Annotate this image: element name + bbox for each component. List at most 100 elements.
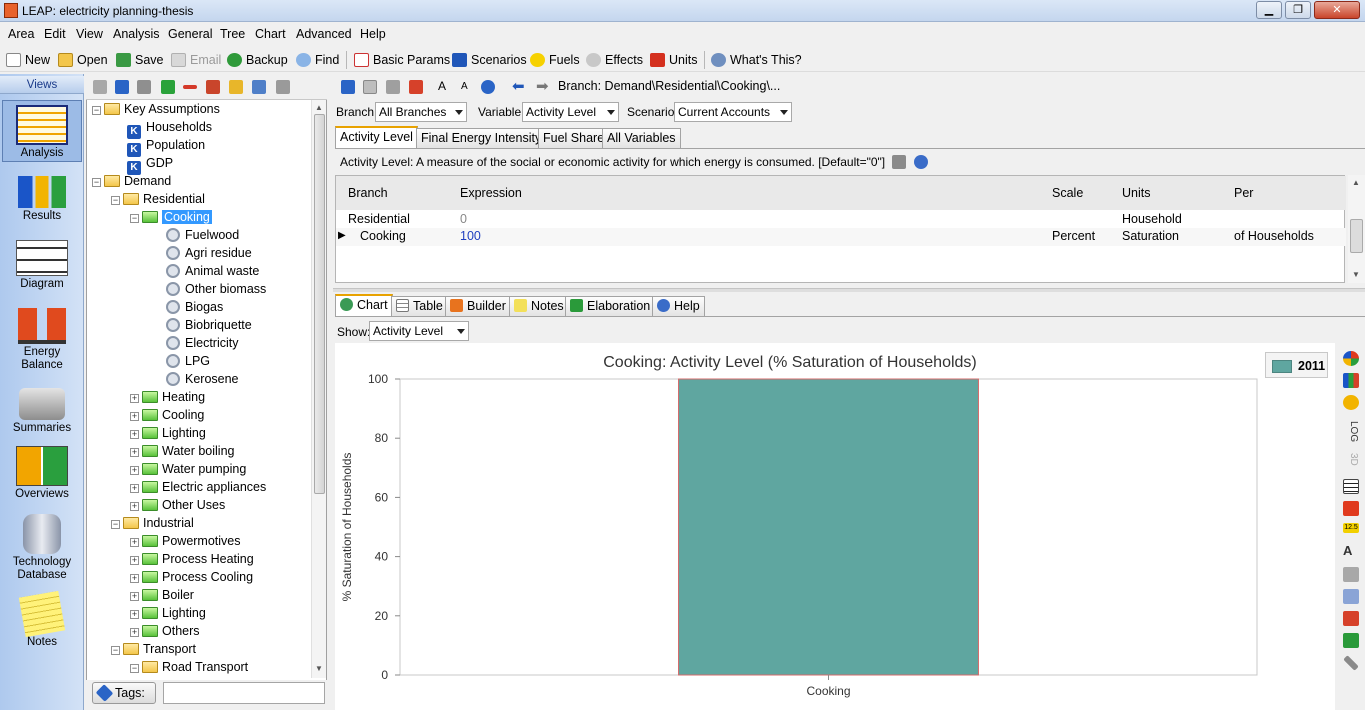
grid-toggle-icon[interactable] bbox=[1343, 501, 1359, 516]
find-button[interactable]: Find bbox=[296, 51, 339, 69]
collapse-icon[interactable]: − bbox=[130, 664, 139, 673]
variable-select[interactable]: Activity Level bbox=[522, 102, 619, 122]
tree-node-industrial[interactable]: − Industrial bbox=[111, 514, 194, 532]
menu-advanced[interactable]: Advanced bbox=[296, 27, 352, 41]
pie-chart-icon[interactable] bbox=[1343, 351, 1359, 366]
open-button[interactable]: Open bbox=[58, 51, 108, 69]
add-branch-icon[interactable] bbox=[161, 80, 175, 94]
delete-branch-icon[interactable] bbox=[183, 85, 197, 89]
tab-elaboration[interactable]: Elaboration bbox=[565, 296, 656, 316]
scenarios-button[interactable]: Scenarios bbox=[452, 51, 527, 69]
tab-all-variables[interactable]: All Variables bbox=[602, 128, 681, 148]
data-labels-icon[interactable]: 12.5 bbox=[1343, 523, 1359, 533]
back-arrow-icon[interactable]: ⬅ bbox=[512, 77, 525, 95]
tree-node-electric-appliances[interactable]: + Electric appliances bbox=[130, 478, 266, 496]
branch-select[interactable]: All Branches bbox=[375, 102, 467, 122]
collapse-icon[interactable]: − bbox=[111, 196, 120, 205]
grid-cell-branch[interactable]: Residential bbox=[348, 212, 410, 226]
menu-view[interactable]: View bbox=[76, 27, 103, 41]
tree-node-households[interactable]: K Households bbox=[127, 118, 212, 139]
font-icon[interactable]: A bbox=[1343, 543, 1359, 558]
view-notes[interactable]: Notes bbox=[2, 590, 82, 648]
tree-node-water-boiling[interactable]: + Water boiling bbox=[130, 442, 235, 460]
lock-icon[interactable] bbox=[229, 80, 243, 94]
view-results[interactable]: Results bbox=[2, 172, 82, 228]
legend-toggle-icon[interactable] bbox=[1343, 479, 1359, 494]
move-up-icon[interactable] bbox=[93, 80, 107, 94]
bar-chart-icon[interactable] bbox=[1343, 373, 1359, 388]
grid-scrollbar[interactable]: ▲ ▼ bbox=[1348, 175, 1365, 283]
effects-button[interactable]: Effects bbox=[586, 51, 643, 69]
fuels-button[interactable]: Fuels bbox=[530, 51, 580, 69]
tree-scrollbar[interactable]: ▲ ▼ bbox=[311, 100, 326, 678]
collapse-icon[interactable]: − bbox=[92, 178, 101, 187]
tree-node-process-heating[interactable]: + Process Heating bbox=[130, 550, 254, 568]
tree-node-key-assumptions[interactable]: − Key Assumptions bbox=[92, 100, 220, 118]
expand-icon[interactable]: + bbox=[130, 466, 139, 475]
export-icon[interactable] bbox=[409, 80, 423, 94]
expand-icon[interactable]: + bbox=[130, 610, 139, 619]
tab-table[interactable]: Table bbox=[391, 296, 448, 316]
tree-node-cooling[interactable]: + Cooling bbox=[130, 406, 204, 424]
pane-splitter[interactable] bbox=[333, 288, 1365, 292]
properties-icon[interactable] bbox=[137, 80, 151, 94]
tree-node-other-biomass[interactable]: Other biomass bbox=[166, 280, 266, 298]
menu-chart[interactable]: Chart bbox=[255, 27, 286, 41]
tree-node-boiler[interactable]: + Boiler bbox=[130, 586, 194, 604]
view-diagram[interactable]: Diagram bbox=[2, 238, 82, 294]
sort-icon[interactable] bbox=[252, 80, 266, 94]
tags-input[interactable] bbox=[163, 682, 325, 704]
view-technology-database[interactable]: Technology Database bbox=[2, 514, 82, 584]
menu-analysis[interactable]: Analysis bbox=[113, 27, 160, 41]
users-icon[interactable] bbox=[481, 80, 495, 94]
tree-node-powermotives[interactable]: + Powermotives bbox=[130, 532, 241, 550]
menu-help[interactable]: Help bbox=[360, 27, 386, 41]
wrench-icon[interactable] bbox=[1343, 655, 1359, 671]
backup-button[interactable]: Backup bbox=[227, 51, 288, 69]
copy-chart-icon[interactable] bbox=[1343, 589, 1359, 604]
print-icon[interactable] bbox=[276, 80, 290, 94]
tree-node-lpg[interactable]: LPG bbox=[166, 352, 210, 370]
tree-node-kerosene[interactable]: Kerosene bbox=[166, 370, 239, 388]
tree-node-demand[interactable]: − Demand bbox=[92, 172, 171, 190]
tree-node-lighting[interactable]: + Lighting bbox=[130, 424, 206, 442]
expand-icon[interactable]: + bbox=[130, 574, 139, 583]
grid-cell-expression[interactable]: 100 bbox=[460, 229, 481, 243]
units-button[interactable]: Units bbox=[650, 51, 697, 69]
grid-row-selected[interactable] bbox=[336, 228, 1346, 246]
scroll-down-arrow-icon[interactable]: ▼ bbox=[1352, 270, 1360, 279]
tree-node-fuelwood[interactable]: Fuelwood bbox=[166, 226, 239, 244]
scroll-down-arrow-icon[interactable]: ▼ bbox=[315, 664, 323, 673]
show-select[interactable]: Activity Level bbox=[369, 321, 469, 341]
paste-icon[interactable] bbox=[386, 80, 400, 94]
expand-icon[interactable]: + bbox=[130, 484, 139, 493]
tree-node-water-pumping[interactable]: + Water pumping bbox=[130, 460, 246, 478]
grid-cell-per[interactable]: of Households bbox=[1234, 229, 1314, 243]
whats-this-button[interactable]: What's This? bbox=[711, 51, 802, 69]
grid-cell-expression[interactable]: 0 bbox=[460, 212, 467, 226]
tree-node-residential[interactable]: − Residential bbox=[111, 190, 205, 208]
grid-cell-branch[interactable]: Cooking bbox=[360, 229, 406, 243]
view-overviews[interactable]: Overviews bbox=[2, 446, 82, 504]
view-summaries[interactable]: Summaries bbox=[2, 386, 82, 438]
tree-node-other-uses[interactable]: + Other Uses bbox=[130, 496, 225, 514]
flag-icon[interactable] bbox=[892, 155, 906, 169]
font-smaller-icon[interactable]: A bbox=[461, 81, 468, 92]
area-chart-icon[interactable] bbox=[1343, 395, 1359, 410]
expand-icon[interactable]: + bbox=[130, 538, 139, 547]
grid-cell-units[interactable]: Household bbox=[1122, 212, 1182, 226]
maximize-button[interactable]: ❐ bbox=[1285, 1, 1311, 19]
tree-node-biogas[interactable]: Biogas bbox=[166, 298, 223, 316]
tree-node-industrial-lighting[interactable]: + Lighting bbox=[130, 604, 206, 622]
tree-node-population[interactable]: K Population bbox=[127, 136, 205, 157]
navigate-icon[interactable] bbox=[341, 80, 355, 94]
font-larger-icon[interactable]: A bbox=[438, 79, 446, 93]
tab-notes[interactable]: Notes bbox=[509, 296, 569, 316]
tree-node-transport[interactable]: − Transport bbox=[111, 640, 196, 658]
outline-icon[interactable] bbox=[206, 80, 220, 94]
expand-icon[interactable]: + bbox=[130, 592, 139, 601]
expand-icon[interactable]: + bbox=[130, 502, 139, 511]
tab-fuel-share[interactable]: Fuel Share bbox=[538, 128, 610, 148]
tree-node-others[interactable]: + Others bbox=[130, 622, 200, 640]
log-scale-toggle[interactable]: LOG bbox=[1343, 421, 1359, 443]
